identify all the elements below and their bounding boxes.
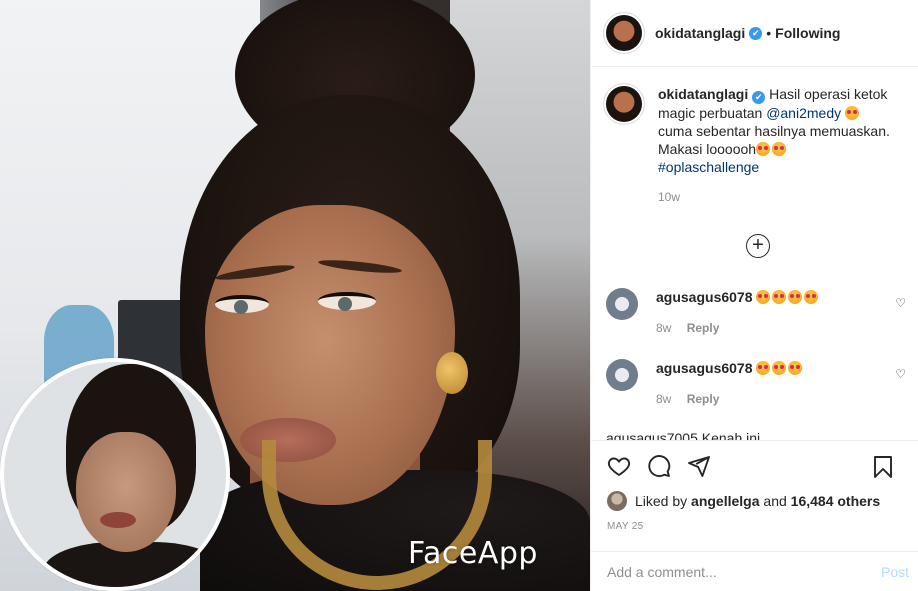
commenter-username[interactable]: agusagus6078 — [656, 289, 753, 305]
post-actions-area: Liked by angellelga and 16,484 others MA… — [591, 440, 918, 580]
caption-verified-icon: ✔ — [752, 91, 766, 104]
laughing-emoji-icon — [845, 106, 859, 120]
load-more-comments-button[interactable]: + — [746, 234, 770, 258]
likes-others-link[interactable]: 16,484 others — [791, 493, 881, 509]
liker-username[interactable]: angellelga — [691, 493, 759, 509]
inset-lips — [100, 512, 136, 528]
likes-summary: Liked by angellelga and 16,484 others — [591, 491, 918, 511]
post-photo[interactable]: FaceApp — [0, 0, 590, 591]
comment-icon[interactable] — [647, 454, 671, 478]
share-icon[interactable] — [687, 454, 711, 478]
post-caption: okidatanglagi ✔ Hasil operasi ketok magic… — [591, 68, 918, 206]
comment-meta: 8w Reply — [656, 390, 804, 408]
comment-age[interactable]: 8w — [656, 321, 671, 335]
likes-prefix: Liked by — [635, 493, 688, 509]
caption-username[interactable]: okidatanglagi — [658, 86, 748, 102]
comment-emojis — [756, 360, 804, 376]
subject-earring — [436, 352, 468, 394]
commenter-avatar[interactable] — [606, 359, 638, 391]
bookmark-icon[interactable] — [871, 455, 895, 479]
reply-button[interactable]: Reply — [687, 392, 720, 406]
add-comment-input[interactable] — [607, 564, 857, 580]
post-side-panel: okidatanglagi ✔ • Following okidatanglag… — [590, 0, 918, 591]
comment-body: agusagus6078 8w Reply — [656, 359, 804, 408]
caption-mention-link[interactable]: @ani2medy — [766, 105, 841, 121]
caption-author-avatar[interactable] — [606, 86, 642, 122]
faceapp-watermark: FaceApp — [408, 536, 538, 571]
comment-meta: 8w Reply — [656, 319, 820, 337]
post-comment-button[interactable]: Post — [881, 564, 909, 580]
subject-eye-right — [318, 292, 376, 311]
add-comment-form: Post — [591, 551, 918, 591]
verified-badge-icon: ✔ — [749, 26, 763, 40]
comment-body: agusagus6078 8w Reply — [656, 288, 820, 337]
action-bar — [591, 441, 918, 491]
post-header: okidatanglagi ✔ • Following — [591, 0, 918, 67]
post-date[interactable]: MAY 25 — [591, 521, 918, 532]
caption-hashtag-link[interactable]: #oplaschallenge — [658, 159, 759, 175]
inset-face — [76, 432, 176, 552]
comment-item: agusagus6078 8w Reply ♡ — [606, 359, 906, 408]
commenter-username[interactable]: agusagus6078 — [656, 360, 753, 376]
comment-emojis — [756, 289, 820, 305]
before-photo-inset — [0, 358, 230, 591]
caption-age[interactable]: 10w — [658, 188, 898, 206]
author-username[interactable]: okidatanglagi — [655, 25, 745, 41]
comments-scroll-area[interactable]: okidatanglagi ✔ Hasil operasi ketok magic… — [591, 68, 918, 440]
ghost-emoji-icon — [772, 142, 787, 156]
comment-like-heart-icon[interactable]: ♡ — [895, 296, 906, 310]
comment-item: agusagus6078 8w Reply ♡ — [606, 288, 906, 337]
author-avatar[interactable] — [606, 15, 642, 51]
clapping-emoji-icon — [756, 142, 771, 156]
partial-comment-cutoff: agusagus7005 Kenah ini — [606, 430, 761, 440]
likes-middle: and — [763, 493, 787, 509]
comment-age[interactable]: 8w — [656, 392, 671, 406]
heart-icon[interactable] — [607, 454, 631, 478]
caption-body: okidatanglagi ✔ Hasil operasi ketok magic… — [658, 85, 898, 206]
comment-like-heart-icon[interactable]: ♡ — [895, 367, 906, 381]
liker-avatar[interactable] — [607, 491, 627, 511]
header-separator: • — [766, 25, 772, 41]
subject-eye-left — [215, 295, 269, 314]
commenter-avatar[interactable] — [606, 288, 638, 320]
reply-button[interactable]: Reply — [687, 321, 720, 335]
following-button[interactable]: Following — [775, 25, 840, 41]
